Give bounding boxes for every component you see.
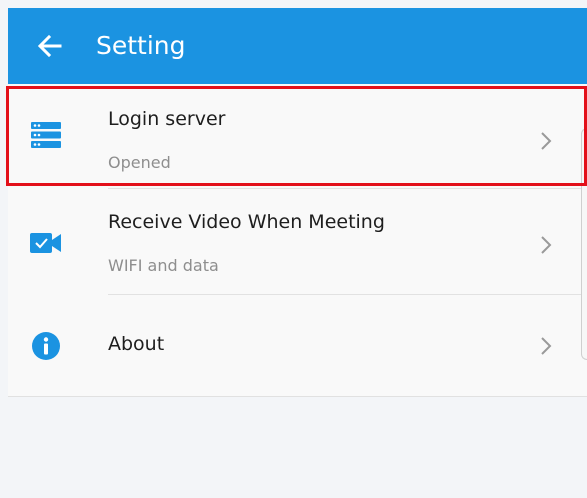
settings-item-title: Receive Video When Meeting — [108, 211, 385, 233]
settings-item-login-server[interactable]: Login server Opened — [8, 84, 587, 185]
settings-list: Login server Opened Receive Video When M… — [8, 84, 587, 397]
page-title: Setting — [96, 31, 186, 60]
settings-item-title: Login server — [108, 108, 226, 130]
video-camera-icon — [30, 227, 62, 259]
back-button[interactable] — [30, 26, 70, 66]
server-icon — [30, 119, 62, 151]
settings-item-subtitle: WIFI and data — [108, 256, 219, 275]
app-bar: Setting — [8, 8, 587, 84]
scroll-edge — [581, 128, 587, 360]
info-icon — [30, 330, 62, 362]
settings-screen: Setting Login server Opened Receive Vide… — [0, 0, 587, 498]
chevron-right-icon — [536, 232, 556, 258]
settings-item-about[interactable]: About — [8, 295, 587, 397]
chevron-right-icon — [536, 128, 556, 154]
chevron-right-icon — [536, 333, 556, 359]
arrow-left-icon — [38, 35, 62, 57]
settings-item-title: About — [108, 333, 165, 355]
settings-item-receive-video[interactable]: Receive Video When Meeting WIFI and data — [8, 189, 587, 293]
settings-item-subtitle: Opened — [108, 153, 171, 172]
